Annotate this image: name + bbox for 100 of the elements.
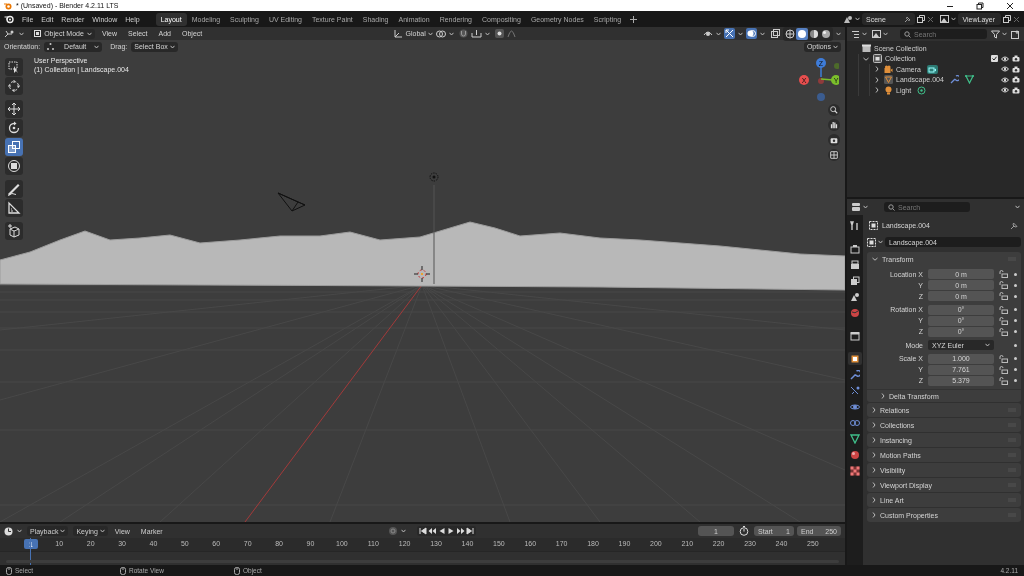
keyframe-dot[interactable] — [1014, 357, 1017, 361]
property-tab[interactable] — [848, 432, 862, 445]
checkbox[interactable] — [991, 55, 998, 63]
jump-end-icon[interactable] — [466, 527, 475, 535]
solid-shading-icon[interactable] — [796, 27, 808, 40]
wrench-icon[interactable] — [949, 75, 959, 85]
keyframe-dot[interactable] — [1014, 294, 1017, 298]
tool-button[interactable] — [5, 222, 23, 240]
magnet-icon[interactable] — [458, 29, 468, 38]
play-icon[interactable] — [447, 527, 456, 535]
lock-icon[interactable] — [999, 316, 1008, 325]
gizmo-toggle[interactable] — [724, 28, 735, 39]
camera-icon[interactable] — [1012, 55, 1020, 63]
tool-button[interactable] — [5, 100, 23, 118]
tool-button[interactable] — [5, 58, 23, 76]
stopwatch-icon[interactable] — [739, 526, 749, 536]
chevron-down-icon[interactable] — [863, 56, 869, 61]
chevron-right-icon[interactable] — [872, 437, 876, 443]
tool-button[interactable] — [5, 180, 23, 198]
editor-type-icon[interactable] — [4, 29, 16, 38]
mesh-data-icon[interactable] — [964, 75, 974, 85]
blender-logo-icon[interactable] — [4, 14, 14, 24]
eye-icon[interactable] — [1001, 66, 1009, 73]
tool-button[interactable] — [5, 199, 23, 217]
chevron-down-icon[interactable] — [872, 257, 878, 261]
clock-icon[interactable] — [4, 526, 14, 536]
material-shading-icon[interactable] — [808, 27, 820, 40]
property-tab[interactable] — [848, 290, 862, 303]
editor-type-icon[interactable] — [851, 202, 861, 212]
property-tab[interactable] — [848, 258, 862, 271]
orientation-icon[interactable] — [393, 29, 403, 38]
lock-icon[interactable] — [999, 270, 1008, 279]
add-icon[interactable] — [629, 14, 639, 24]
image-icon[interactable] — [940, 15, 950, 23]
camera-data-icon[interactable] — [926, 64, 938, 74]
keyframe-dot[interactable] — [1014, 308, 1017, 312]
xray-icon[interactable] — [771, 29, 780, 38]
lock-icon[interactable] — [999, 365, 1008, 374]
image-icon[interactable] — [872, 30, 881, 38]
keyframe-dot[interactable] — [1014, 319, 1017, 323]
chevron-right-icon[interactable] — [881, 393, 885, 399]
property-tab[interactable] — [848, 352, 862, 365]
chevron-right-icon[interactable] — [872, 482, 876, 488]
visibility-icon[interactable] — [703, 29, 713, 38]
pin-icon[interactable] — [904, 15, 912, 23]
overlays-toggle[interactable] — [746, 28, 757, 39]
chevron-right-icon[interactable] — [872, 452, 876, 458]
property-tab[interactable] — [848, 274, 862, 287]
grid-icon[interactable] — [828, 149, 840, 161]
next-keyframe-icon[interactable] — [456, 527, 466, 535]
pin-icon[interactable] — [1010, 221, 1018, 230]
rendered-shading-icon[interactable] — [820, 27, 832, 40]
new-collection-icon[interactable] — [1011, 29, 1020, 39]
keyframe-dot[interactable] — [1014, 330, 1017, 334]
lock-icon[interactable] — [999, 292, 1008, 301]
keyframe-dot[interactable] — [1014, 272, 1017, 276]
snap-icon[interactable] — [470, 29, 482, 38]
camera-icon[interactable] — [1012, 76, 1020, 84]
object-icon[interactable] — [867, 237, 876, 247]
camera-view-icon[interactable] — [828, 134, 840, 146]
chevron-right-icon[interactable] — [872, 422, 876, 428]
lock-icon[interactable] — [999, 327, 1008, 336]
pivot-icon[interactable] — [435, 29, 446, 38]
chevron-right-icon[interactable] — [875, 66, 879, 73]
camera-icon[interactable] — [1012, 86, 1020, 94]
tool-button[interactable] — [5, 119, 23, 137]
keyframe-dot[interactable] — [1014, 343, 1017, 347]
hand-icon[interactable] — [828, 119, 840, 131]
light-data-icon[interactable] — [917, 85, 927, 95]
zoom-icon[interactable] — [828, 104, 840, 116]
lock-icon[interactable] — [999, 305, 1008, 314]
chevron-right-icon[interactable] — [872, 497, 876, 503]
scene-icon[interactable] — [843, 14, 853, 24]
copy-icon[interactable] — [1003, 15, 1011, 23]
proportional-icon[interactable] — [494, 29, 504, 38]
property-tab[interactable] — [848, 242, 862, 255]
close-icon[interactable] — [1006, 1, 1014, 10]
chevron-right-icon[interactable] — [872, 407, 876, 413]
keyframe-dot[interactable] — [1014, 283, 1017, 287]
lock-icon[interactable] — [999, 281, 1008, 290]
filter-icon[interactable] — [991, 29, 1000, 39]
keyframe-dot[interactable] — [1014, 379, 1017, 383]
tool-button[interactable] — [5, 77, 23, 95]
tool-button[interactable] — [5, 138, 23, 156]
property-tab[interactable] — [848, 464, 862, 477]
copy-icon[interactable] — [917, 15, 926, 23]
camera-icon[interactable] — [1012, 65, 1020, 73]
eye-icon[interactable] — [1001, 87, 1009, 94]
lock-icon[interactable] — [999, 354, 1008, 363]
list-icon[interactable] — [851, 29, 860, 39]
tool-button[interactable] — [5, 157, 23, 175]
eye-icon[interactable] — [1001, 76, 1009, 83]
chevron-right-icon[interactable] — [872, 467, 876, 473]
property-tab[interactable] — [848, 329, 862, 342]
record-icon[interactable] — [388, 526, 399, 536]
property-tab[interactable] — [848, 448, 862, 461]
keyframe-dot[interactable] — [1014, 368, 1017, 372]
restore-icon[interactable] — [976, 1, 984, 10]
chevron-right-icon[interactable] — [875, 87, 879, 94]
jump-start-icon[interactable] — [419, 527, 428, 535]
